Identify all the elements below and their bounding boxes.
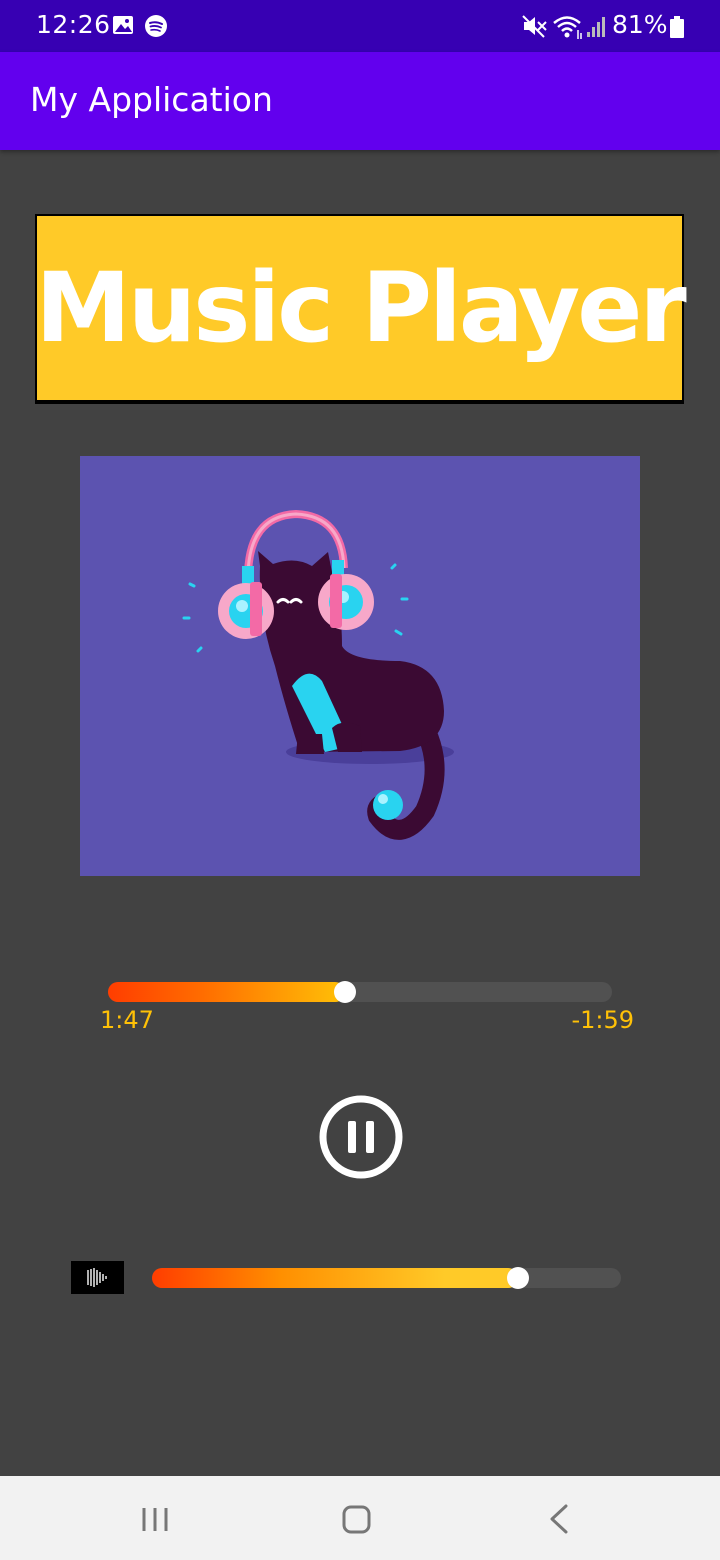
music-player-banner: Music Player [35,214,687,404]
home-icon [342,1505,371,1534]
volume-waveform-icon [71,1261,124,1294]
banner-title: Music Player [35,252,686,364]
back-button[interactable] [528,1498,588,1540]
pause-button[interactable] [318,1094,404,1180]
wifi-icon [553,16,582,39]
home-button[interactable] [326,1498,386,1540]
signal-icon [587,17,605,37]
battery-icon [670,16,684,38]
mute-icon [522,15,547,38]
spotify-icon [145,15,167,37]
volume-level-fill [152,1268,518,1288]
gallery-icon [113,16,133,34]
volume-seekbar-thumb[interactable] [506,1267,529,1289]
cat-with-headphones-illustration [182,509,454,840]
pause-icon [319,1095,403,1179]
playback-seekbar[interactable] [108,981,612,1003]
elapsed-time: 1:47 [100,1006,154,1034]
status-time: 12:26 [36,10,111,39]
system-nav-bar [0,1476,720,1560]
app-bar: My Application [0,52,720,150]
playback-progress-fill [108,982,345,1002]
status-bar: 12:26 81% [0,0,720,52]
back-icon [550,1504,568,1534]
app-title: My Application [30,80,273,119]
recents-button[interactable] [126,1498,186,1540]
battery-percent: 81% [612,10,668,39]
recents-icon [142,1508,168,1531]
volume-seekbar[interactable] [152,1267,621,1289]
remaining-time: -1:59 [571,1006,634,1034]
album-art [80,456,640,876]
playback-seekbar-thumb[interactable] [333,981,356,1003]
